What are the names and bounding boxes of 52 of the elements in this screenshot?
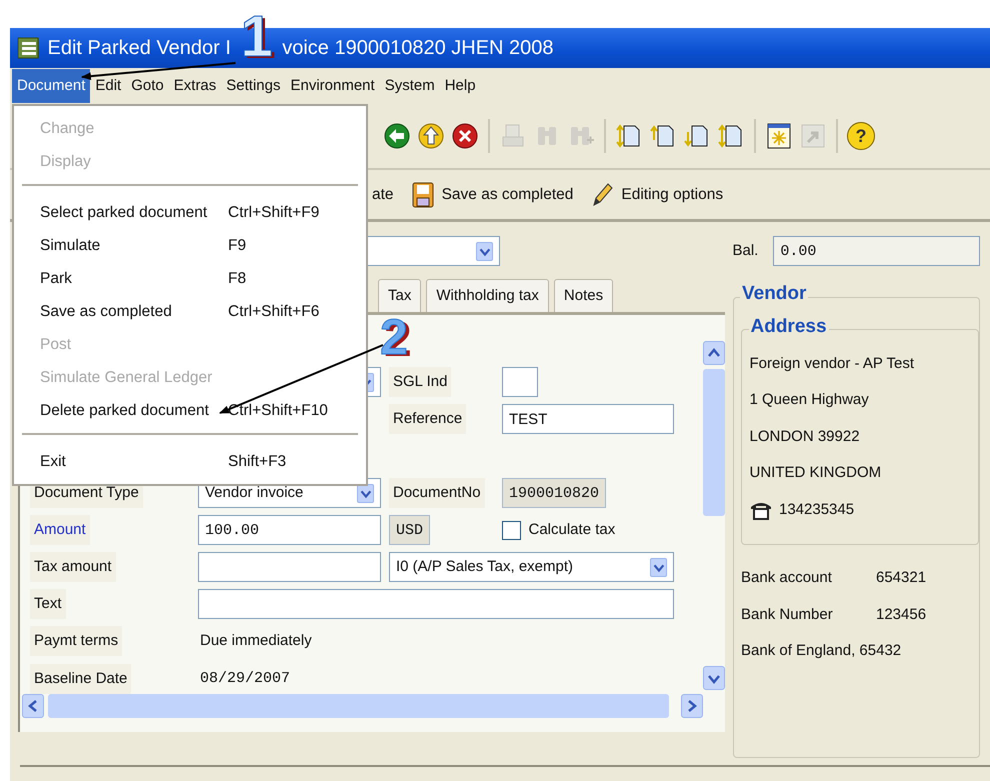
window-title: voice 1900010820 JHEN 2008 (282, 36, 554, 61)
menu-item[interactable]: Exit Shift+F3 (14, 445, 366, 478)
balance-label: Bal. (732, 240, 758, 261)
menu-bar-item[interactable]: Document (12, 68, 90, 104)
tab[interactable]: Tax (378, 278, 422, 312)
field-label: Tax amount (30, 552, 116, 582)
menu-item[interactable]: Save as completed Ctrl+Shift+F6 (14, 295, 366, 328)
field-label: SGL Ind (389, 367, 452, 397)
tab[interactable]: Withholding tax (426, 278, 549, 312)
field-label: Paymt terms (30, 626, 122, 656)
menu-bar-item[interactable]: Environment (285, 68, 380, 104)
menu-item[interactable]: Park F8 (14, 262, 366, 295)
menu-item[interactable]: Delete parked document Ctrl+Shift+F10 (14, 394, 366, 427)
field-label: Reference (389, 404, 466, 434)
balance-field: 0.00 (773, 236, 980, 266)
address-line: UNITED KINGDOM (750, 463, 882, 483)
address-line: Foreign vendor - AP Test (750, 354, 916, 374)
menu-item[interactable]: Select parked document Ctrl+Shift+F9 (14, 196, 366, 229)
bank-name: Bank of England, 65432 (741, 641, 902, 661)
menu-item[interactable]: Simulate F9 (14, 229, 366, 262)
dropdown-field[interactable]: I0 (A/P Sales Tax, exempt) (389, 552, 674, 582)
menu-bar-item[interactable]: Edit (90, 68, 126, 104)
menu-bar-item[interactable]: Help (440, 68, 481, 104)
toolbar-button[interactable]: Editing options (591, 182, 724, 208)
output-field: USD (389, 515, 430, 545)
field-label: Text (30, 589, 66, 619)
tab[interactable]: Notes (554, 278, 614, 312)
field-label-link[interactable]: Amount (30, 515, 90, 545)
bank-value: 123456 (876, 604, 926, 624)
bank-label: Bank Number (741, 604, 834, 624)
toolbar-button[interactable]: ate (372, 182, 394, 206)
phone-number: 134235345 (779, 500, 854, 520)
callout-number: 2 (380, 312, 408, 362)
field-value: Due immediately (199, 631, 313, 651)
input-field[interactable]: TEST (502, 404, 674, 434)
checkbox-label: Calculate tax (528, 520, 616, 540)
output-field: 1900010820 (502, 478, 606, 508)
menu-bar-item[interactable]: Extras (168, 68, 222, 104)
bank-label: Bank account (741, 568, 833, 588)
field-label: DocumentNo (389, 478, 485, 508)
input-field[interactable]: 100.00 (198, 515, 381, 545)
menu-bar-item[interactable]: Goto (126, 68, 169, 104)
window-title: Edit Parked Vendor I (48, 36, 231, 61)
menu-bar-item[interactable]: Settings (221, 68, 286, 104)
menu-bar-item[interactable]: System (380, 68, 440, 104)
address-line: LONDON 39922 (750, 426, 861, 446)
field-value: 08/29/2007 (199, 668, 292, 688)
address-line: 1 Queen Highway (750, 390, 870, 410)
toolbar-button[interactable]: Save as completed (412, 182, 574, 208)
bank-value: 654321 (876, 568, 926, 588)
field-label: Baseline Date (30, 664, 132, 694)
help-button[interactable]: ? (847, 122, 875, 150)
